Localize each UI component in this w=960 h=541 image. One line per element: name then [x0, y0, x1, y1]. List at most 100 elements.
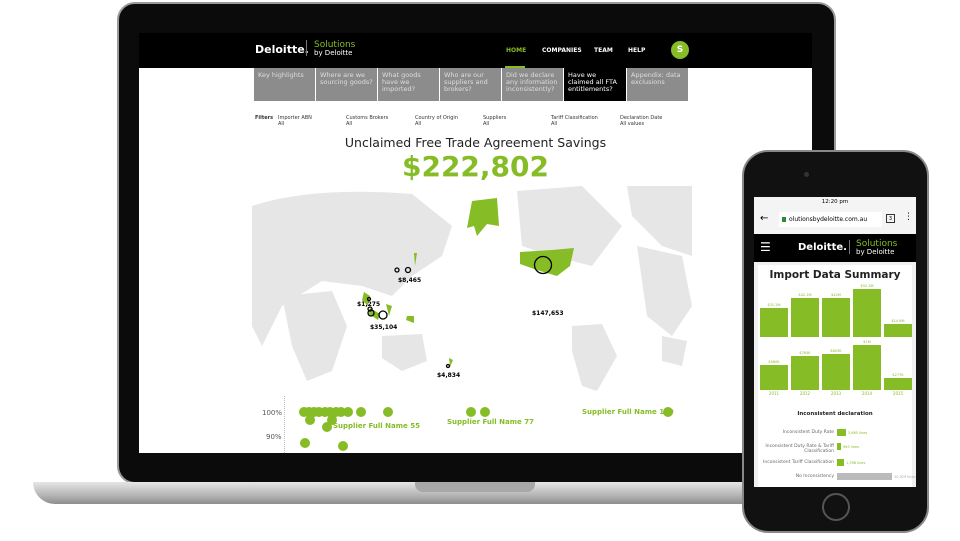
x-tick: 2011: [768, 391, 780, 396]
deloitte-logo: Deloitte.: [255, 43, 309, 56]
x-tick: 2013: [830, 391, 842, 396]
scatter-point[interactable]: [305, 415, 315, 425]
nav-team[interactable]: TEAM: [594, 47, 613, 54]
bar-2012[interactable]: [791, 355, 819, 390]
x-tick: 2015: [892, 391, 904, 396]
laptop-notch: [415, 482, 535, 492]
bar-2014[interactable]: [853, 289, 881, 337]
filter-value: All: [415, 121, 422, 127]
hamburger-icon[interactable]: ☰: [760, 241, 771, 253]
scatter-point[interactable]: [383, 407, 393, 417]
filter-2[interactable]: Country of Origin All: [415, 115, 458, 127]
bar-label: $14.6M: [891, 318, 905, 323]
filter-value: All: [483, 121, 490, 127]
solutions-logo: Solutions by Deloitte: [314, 41, 355, 58]
bar-2015[interactable]: [884, 377, 912, 390]
bar-2013[interactable]: [822, 298, 850, 337]
row-value: 1,398 lines: [846, 461, 866, 465]
row-label: Inconsistent Duty Rate & Tariff Classifi…: [765, 444, 834, 454]
row-bar[interactable]: [837, 473, 892, 480]
row-value: 10,929 lines: [894, 475, 916, 479]
nav-help[interactable]: HELP: [628, 47, 645, 54]
tab-goods[interactable]: What goods have we imported?: [378, 68, 440, 101]
filter-5[interactable]: Declaration Date All values: [620, 115, 662, 127]
lock-icon: [782, 217, 786, 222]
scatter-point[interactable]: [322, 422, 332, 432]
tab-count[interactable]: 3: [886, 214, 895, 223]
phone-solutions-logo: Solutions by Deloitte: [856, 240, 897, 257]
map-label-usa: $147,653: [532, 310, 564, 317]
bar-2011[interactable]: [760, 364, 788, 390]
home-button[interactable]: [822, 493, 850, 521]
laptop-screen: Deloitte. Solutions by Deloitte HOME COMP…: [139, 33, 812, 453]
logo-divider: [306, 40, 307, 56]
scatter-point[interactable]: [356, 407, 366, 417]
bar-label: $560K: [768, 359, 780, 364]
solutions-by-text: by Deloitte: [314, 49, 353, 57]
url-field[interactable]: olutionsbydeloitte.com.au: [779, 212, 882, 227]
menu-dots-icon[interactable]: ⋮: [904, 212, 913, 222]
x-tick: 2012: [799, 391, 811, 396]
tab-sourcing[interactable]: Where are we sourcing goods?: [316, 68, 378, 101]
filter-name: Tariff Classification: [551, 115, 598, 121]
phone-deloitte-logo: Deloitte.: [798, 242, 847, 253]
url-text: olutionsbydeloitte.com.au: [789, 216, 868, 223]
summary-title: Import Data Summary: [769, 269, 901, 281]
filter-value: All values: [620, 121, 645, 127]
bar-label: $52.3M: [860, 284, 874, 288]
scatter-point[interactable]: [338, 441, 348, 451]
row-bar[interactable]: [837, 459, 844, 466]
header: Deloitte. Solutions by Deloitte HOME COMP…: [139, 33, 812, 68]
tab-key-highlights[interactable]: Key highlights: [254, 68, 316, 101]
bar-label: $764K: [799, 350, 811, 355]
scatter-point[interactable]: [343, 407, 353, 417]
scatter-point[interactable]: [466, 407, 476, 417]
back-arrow-icon[interactable]: ←: [760, 213, 768, 224]
bar-2012[interactable]: [791, 298, 819, 337]
filter-1[interactable]: Customs Brokers All: [346, 115, 388, 127]
row-value: 3,665 lines: [848, 431, 868, 435]
row-bar[interactable]: [837, 443, 841, 450]
nav-companies[interactable]: COMPANIES: [542, 47, 582, 54]
nav-home[interactable]: HOME: [506, 47, 526, 54]
bar-label: $42.1M: [798, 293, 812, 298]
filter-3[interactable]: Suppliers All: [483, 115, 506, 127]
world-map[interactable]: [252, 186, 692, 391]
map-label-nz: $4,834: [437, 372, 461, 379]
bar-2013[interactable]: [822, 353, 850, 390]
solutions-by-text: by Deloitte: [856, 248, 895, 256]
tab-inconsistent[interactable]: Did we declare any information inconsist…: [502, 68, 564, 101]
browser-bar: ← olutionsbydeloitte.com.au 3 ⋮: [754, 207, 916, 234]
scatter-point[interactable]: [300, 438, 310, 448]
map-label-thailand: $1,275: [357, 301, 381, 308]
status-bar: 12:20 pm: [754, 197, 916, 207]
avatar[interactable]: S: [671, 41, 689, 59]
bar-2014[interactable]: [853, 345, 881, 390]
camera-icon: [804, 172, 809, 177]
bar-2011[interactable]: [760, 308, 788, 337]
bar-2015[interactable]: [884, 323, 912, 337]
bar-label: $1M: [863, 340, 871, 344]
scatter-point[interactable]: [663, 407, 673, 417]
row-bar[interactable]: [837, 429, 846, 436]
filter-name: Country of Origin: [415, 115, 458, 121]
filter-4[interactable]: Tariff Classification All: [551, 115, 598, 127]
scatter-axis: [284, 396, 285, 453]
scatter-point[interactable]: [480, 407, 490, 417]
map-label-japan: $8,465: [398, 277, 422, 284]
row-label: Inconsistent Tariff Classification: [763, 460, 834, 465]
row-label: No Inconsistency: [795, 474, 834, 479]
logo-divider: [849, 240, 850, 254]
row-label: Inconsistent Duty Rate: [782, 430, 834, 435]
filter-value: All: [551, 121, 558, 127]
bar-label: $42M: [831, 293, 841, 298]
tab-fta[interactable]: Have we claimed all FTA entitlements?: [564, 68, 627, 101]
filter-0[interactable]: Importer ABN All: [278, 115, 312, 127]
tab-appendix[interactable]: Appendix: data exclusions: [627, 68, 689, 101]
filter-value: All: [346, 121, 353, 127]
tab-suppliers[interactable]: Who are our suppliers and brokers?: [440, 68, 502, 101]
supplier-label-55: Supplier Full Name 55: [333, 422, 420, 430]
bar-label: $31.2M: [767, 303, 781, 308]
chart-title: Unclaimed Free Trade Agreement Savings: [344, 135, 607, 150]
map-label-malaysia: $35,104: [370, 324, 398, 331]
